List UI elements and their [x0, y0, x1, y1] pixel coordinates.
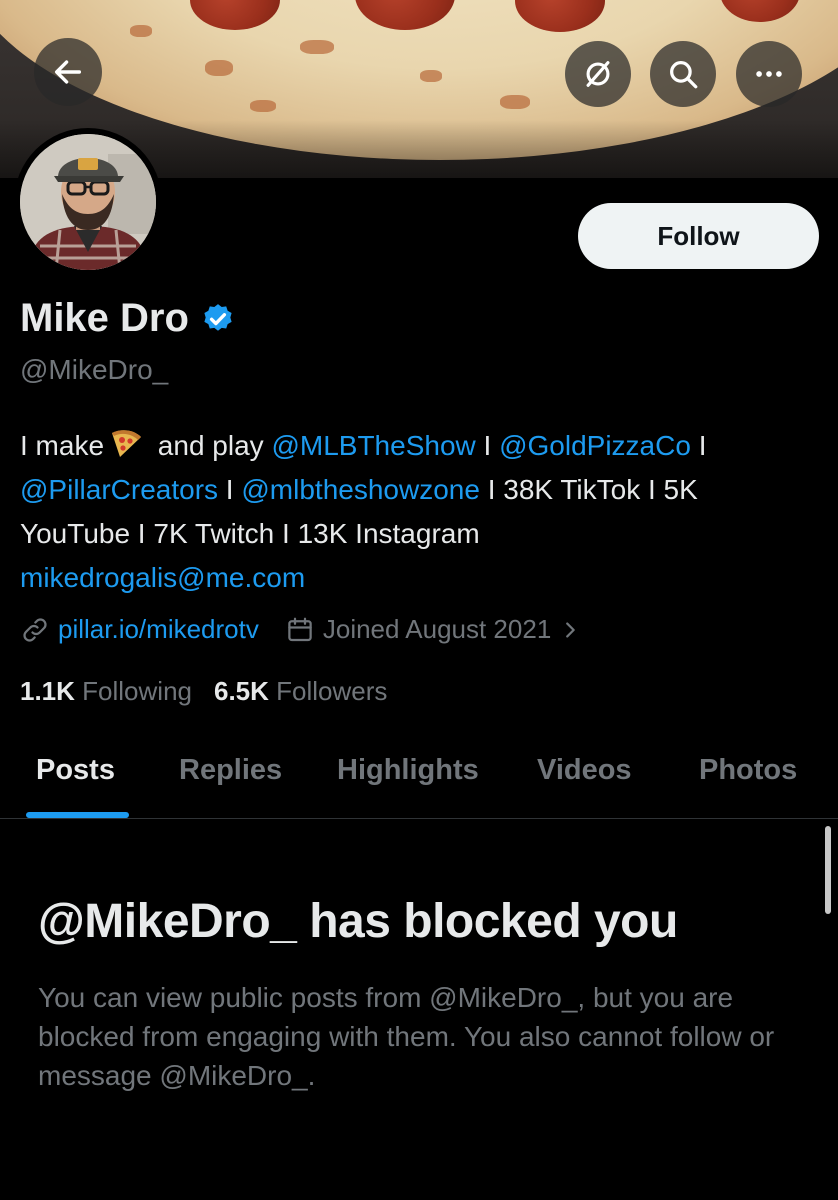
- link-icon: [23, 617, 47, 642]
- tab-photos[interactable]: Photos: [699, 754, 797, 787]
- profile-bio: I make and play @MLBTheShow I @GoldPizza…: [20, 424, 810, 600]
- search-button[interactable]: [650, 41, 716, 107]
- crust-speck: [420, 70, 442, 82]
- mention-link[interactable]: @MLBTheShow: [271, 430, 475, 461]
- profile-tabs: Posts Replies Highlights Videos Photos: [0, 740, 838, 818]
- more-button[interactable]: [736, 41, 802, 107]
- back-button[interactable]: [34, 38, 102, 106]
- scrollbar[interactable]: [825, 826, 831, 914]
- chevron-right-icon[interactable]: [559, 619, 581, 641]
- crust-speck: [250, 100, 276, 112]
- email-link[interactable]: mikedrogalis@me.com: [20, 562, 305, 593]
- bio-text: I: [218, 474, 242, 505]
- pizza-emoji-icon: [112, 430, 142, 457]
- grok-button[interactable]: [565, 41, 631, 107]
- bio-text: I make: [20, 430, 105, 461]
- follow-stats: 1.1K Following 6.5K Followers: [20, 676, 387, 707]
- more-horizontal-icon: [756, 71, 782, 77]
- website-link[interactable]: pillar.io/mikedrotv: [58, 614, 259, 645]
- blocked-title: @MikeDro_ has blocked you: [38, 895, 678, 948]
- profile-name: Mike Dro: [20, 296, 235, 341]
- following-label: Following: [82, 676, 192, 706]
- mention-link[interactable]: @mlbtheshowzone: [241, 474, 480, 505]
- bio-text: and play: [150, 430, 272, 461]
- crust-speck: [300, 40, 334, 54]
- avatar-photo: [20, 134, 156, 270]
- followers-stat[interactable]: 6.5K Followers: [214, 676, 387, 707]
- blocked-message: You can view public posts from @MikeDro_…: [38, 982, 775, 1091]
- display-name: Mike Dro: [20, 296, 189, 340]
- profile-meta: pillar.io/mikedrotv Joined August 2021: [20, 614, 581, 645]
- grok-slash-icon: [586, 61, 610, 87]
- crust-speck: [205, 60, 233, 76]
- mention-link[interactable]: @PillarCreators: [20, 474, 218, 505]
- search-icon: [670, 61, 698, 89]
- avatar-person-illustration: [20, 134, 156, 270]
- following-stat[interactable]: 1.1K Following: [20, 676, 192, 707]
- following-count: 1.1K: [20, 676, 75, 706]
- followers-label: Followers: [276, 676, 388, 706]
- bio-text: I: [475, 430, 500, 461]
- profile-handle: @MikeDro_: [20, 354, 169, 385]
- tab-highlights[interactable]: Highlights: [337, 754, 479, 787]
- crust-speck: [500, 95, 530, 109]
- tab-replies[interactable]: Replies: [179, 754, 282, 787]
- tab-videos[interactable]: Videos: [537, 754, 632, 787]
- followers-count: 6.5K: [213, 676, 269, 706]
- arrow-left-icon: [54, 60, 82, 84]
- tab-posts[interactable]: Posts: [36, 754, 115, 787]
- mention-link[interactable]: @GoldPizzaCo: [499, 430, 691, 461]
- bio-text: I: [690, 430, 707, 461]
- calendar-icon: [288, 617, 312, 641]
- verified-badge-icon[interactable]: [201, 302, 235, 336]
- joined-date[interactable]: Joined August 2021: [323, 614, 551, 645]
- tabs-divider: [0, 818, 838, 819]
- follow-button[interactable]: Follow: [578, 203, 819, 269]
- avatar[interactable]: [14, 128, 162, 276]
- crust-speck: [130, 25, 152, 37]
